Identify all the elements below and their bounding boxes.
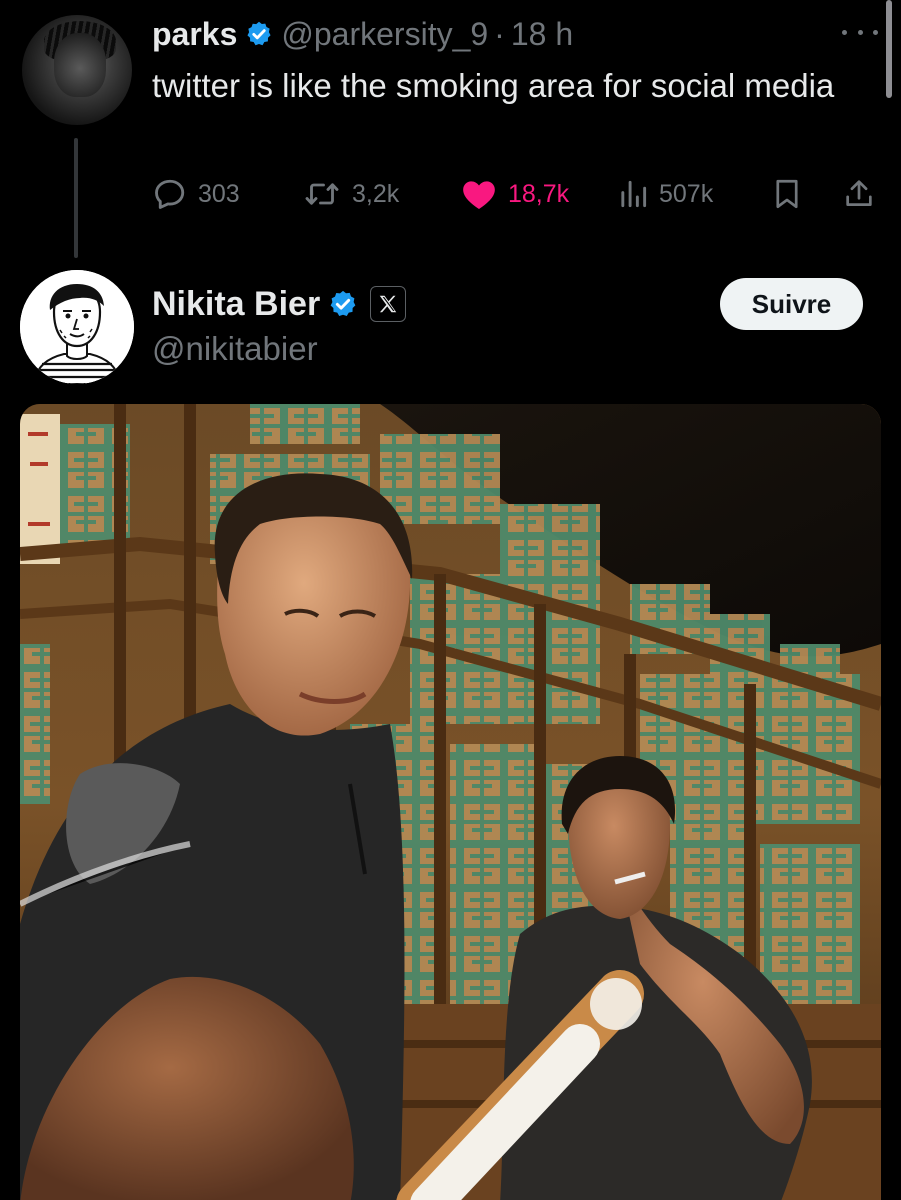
timestamp[interactable]: 18 h: [511, 16, 573, 53]
avatar[interactable]: [22, 15, 132, 125]
views-button[interactable]: 507k: [617, 170, 713, 218]
x-logo-icon[interactable]: [370, 286, 407, 322]
thread-line: [74, 138, 78, 258]
bookmark-icon: [776, 179, 798, 209]
follow-button[interactable]: Suivre: [720, 278, 863, 330]
reply-count: 303: [198, 179, 240, 208]
bookmark-button[interactable]: [770, 170, 804, 218]
like-count: 18,7k: [508, 179, 570, 208]
tweet-header: Nikita Bier: [152, 282, 407, 326]
scrollbar[interactable]: [886, 0, 892, 98]
retweet-icon: [305, 183, 339, 205]
tweet-text: twitter is like the smoking area for soc…: [152, 67, 835, 104]
retweet-button[interactable]: 3,2k: [302, 170, 399, 218]
tweet-header: parks @parkersity_9 · 18 h: [152, 14, 573, 54]
more-icon[interactable]: [842, 22, 878, 42]
tweet-thread-screen: parks @parkersity_9 · 18 h twitter is li…: [0, 0, 901, 1200]
tweet-actions: 303 3,2k 18,7k 507k: [152, 170, 882, 218]
views-count: 507k: [659, 179, 714, 208]
verified-badge-icon: [328, 289, 358, 319]
avatar-illustration[interactable]: [20, 270, 134, 384]
display-name[interactable]: Nikita Bier: [152, 285, 320, 324]
heart-icon: [463, 181, 495, 210]
views-icon: [621, 180, 647, 208]
display-name[interactable]: parks: [152, 16, 237, 53]
share-icon: [846, 180, 872, 206]
handle[interactable]: @nikitabier: [152, 330, 318, 368]
separator: ·: [494, 15, 505, 52]
reply-icon: [155, 179, 185, 209]
like-button[interactable]: 18,7k: [460, 170, 569, 218]
retweet-count: 3,2k: [352, 179, 400, 208]
reply-button[interactable]: 303: [152, 170, 240, 218]
handle[interactable]: @parkersity_9: [281, 16, 488, 53]
share-button[interactable]: [842, 170, 876, 218]
tweet-photo[interactable]: [20, 404, 881, 1200]
verified-badge-icon: [245, 20, 273, 48]
